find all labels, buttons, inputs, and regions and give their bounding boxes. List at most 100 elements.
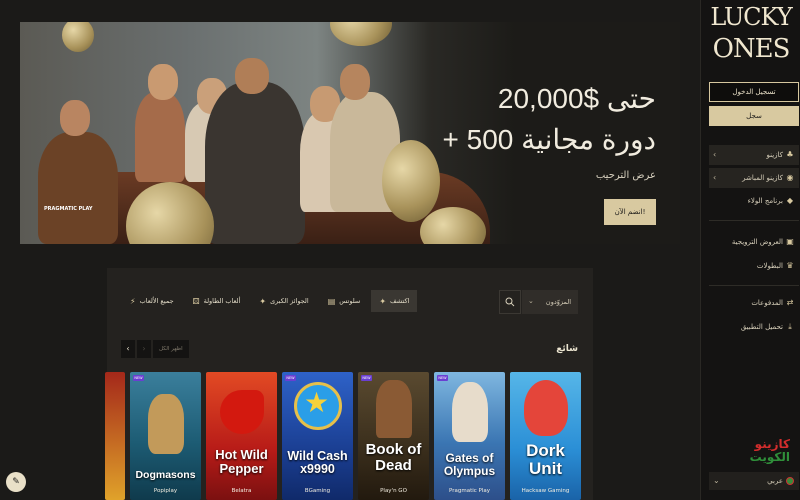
sidebar: LUCKY ONES تسجيل الدخول سجل ‹ كازينو ♣ ‹… [700,0,800,500]
provider-label: المزوّدون [545,298,571,306]
sidebar-item-tournaments[interactable]: البطولات ♛ [709,256,799,276]
person-figure [135,92,185,182]
chevron-down-icon: ⌄ [528,297,534,305]
brand-line1: LUCKY [710,3,792,31]
game-title: Dork Unit [526,441,565,478]
sidebar-item-live-casino[interactable]: ‹ كازينو المباشر ◉ [709,168,799,188]
pepper-art [220,390,264,434]
sidebar-item-label: البطولات [756,262,783,270]
person-head [340,64,370,100]
chat-icon: ✎ [12,477,20,487]
chevron-left-icon: ‹ [713,150,717,159]
games-carousel: NEW Dogmasons Popiplay Hot Wild Pepper B… [105,372,583,500]
hero-note: عرض الترحيب [595,170,656,181]
language-label: عربي [767,477,783,485]
gift-icon: ▣ [786,237,794,246]
watermark-logo: كازينو الكويت [720,438,790,466]
provider-select[interactable]: ⌄ المزوّدون [522,290,578,314]
coin-graphic [330,22,392,46]
hero-banner[interactable]: PRAGMATIC PLAY حتى $20,000 + 500 دورة مج… [20,22,680,244]
join-now-button[interactable]: انضم الآن! [604,199,656,225]
chevron-left-icon: ‹ [713,173,717,182]
chip-slots[interactable]: ▤ سلوتس [320,290,369,312]
dice-icon: ⚄ [192,296,200,306]
game-card[interactable]: Hot Wild Pepper Belatra [206,372,277,500]
zeus-art [452,382,488,442]
person-head [148,64,178,100]
game-provider: Pragmatic Play [449,488,490,494]
sidebar-item-download-app[interactable]: تحميل التطبيق ⤓ [709,317,799,337]
game-card[interactable]: NEW Gates of Olympus Pragmatic Play [434,372,505,500]
slot-icon: ▤ [327,296,336,306]
register-button[interactable]: سجل [709,106,799,126]
live-icon: ◉ [786,173,794,182]
sidebar-item-loyalty[interactable]: برنامج الولاء ◆ [709,191,799,211]
sidebar-item-payments[interactable]: المدفوعات ⇄ [709,293,799,313]
new-badge: NEW [361,375,372,381]
divider [709,285,799,286]
sidebar-item-casino[interactable]: ‹ كازينو ♣ [709,145,799,165]
brand-line2: ONES [712,34,791,64]
sidebar-item-label: المدفوعات [751,299,783,307]
login-button[interactable]: تسجيل الدخول [709,82,799,102]
game-provider: Belatra [231,488,252,494]
sidebar-item-label: كازينو المباشر [742,174,783,182]
hero-subtitle: + 500 دورة مجانية [442,124,656,155]
hero-image: PRAGMATIC PLAY [20,22,490,244]
cherries-icon: ♣ [786,150,794,159]
chip-label: الجوائز الكبرى [270,297,309,305]
divider [709,220,799,221]
sparkle-icon: ✦ [259,296,267,306]
chevron-down-icon: ⌄ [713,476,720,485]
coin-graphic [62,22,94,52]
sidebar-item-label: برنامج الولاء [747,197,783,205]
chip-label: اكتشف [390,297,410,305]
hero-title: حتى $20,000 [497,83,656,114]
trophy-icon: ♛ [786,261,794,270]
character-art [148,394,184,454]
next-button[interactable]: › [137,340,151,358]
category-filters: ⚡ جميع الألعاب ⚄ ألعاب الطاولة ✦ الجوائز… [122,290,418,312]
sidebar-item-label: كازينو [766,151,783,159]
game-provider: Hacksaw Gaming [521,488,570,494]
diamond-icon: ◆ [786,196,794,205]
game-card[interactable]: NEW Dogmasons Popiplay [130,372,201,500]
chip-all-games[interactable]: ⚡ جميع الألعاب [122,290,182,312]
search-button[interactable] [499,290,521,314]
person-head [235,58,269,94]
pragmatic-play-logo: PRAGMATIC PLAY [44,206,93,212]
new-badge: NEW [437,375,448,381]
game-title: Wild Cash x9990 [287,449,348,477]
game-art [105,372,125,500]
game-card[interactable]: NEW Book of Dead Play'n GO [358,372,429,500]
sidebar-item-label: تحميل التطبيق [740,323,783,331]
transfer-icon: ⇄ [786,298,794,307]
carousel-pager: ‹ › اظهر الكل [121,340,189,358]
game-provider: Popiplay [153,488,178,494]
chip-label: جميع الألعاب [139,297,174,305]
game-provider: BGaming [304,488,331,494]
watermark-line2: الكويت [749,450,790,464]
chip-label: ألعاب الطاولة [203,297,241,305]
game-card[interactable] [105,372,125,500]
character-art [524,380,568,436]
bolt-icon: ⚡ [130,296,136,306]
flag-icon [786,477,794,485]
sidebar-item-promotions[interactable]: العروض الترويجية ▣ [709,232,799,252]
prev-button[interactable]: ‹ [121,340,135,358]
search-icon [505,297,515,307]
language-selector[interactable]: ⌄ عربي [709,472,799,490]
game-card[interactable]: NEW ★ Wild Cash x9990 BGaming [282,372,353,500]
brand-logo[interactable]: LUCKY ONES [701,2,800,74]
page: PRAGMATIC PLAY حتى $20,000 + 500 دورة مج… [0,0,800,500]
game-card[interactable]: Dork Unit Hacksaw Gaming [510,372,581,500]
view-all-link[interactable]: اظهر الكل [153,340,189,358]
chip-discover[interactable]: ✦ اكتشف [371,290,418,312]
star-icon: ★ [304,386,330,419]
sidebar-item-label: العروض الترويجية [731,238,783,246]
game-title: Hot Wild Pepper [215,447,268,476]
chip-jackpots[interactable]: ✦ الجوائز الكبرى [251,290,316,312]
chat-button[interactable]: ✎ [6,472,26,492]
chip-label: سلوتس [339,297,361,305]
chip-table-games[interactable]: ⚄ ألعاب الطاولة [185,290,249,312]
